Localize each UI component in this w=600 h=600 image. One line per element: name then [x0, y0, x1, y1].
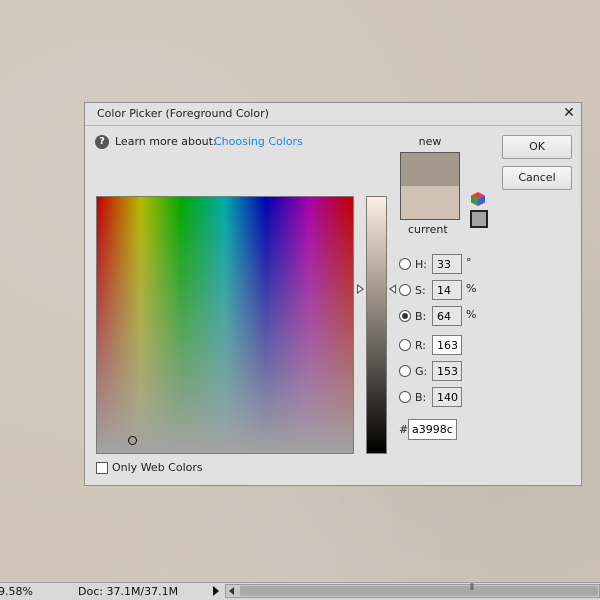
help-text: Learn more about:	[115, 135, 217, 148]
doc-size: Doc: 37.1M/37.1M	[78, 585, 179, 598]
field-label-b: B:	[415, 310, 427, 323]
radio-h[interactable]	[399, 258, 411, 270]
field-label-bl: B:	[415, 391, 427, 404]
cancel-button[interactable]: Cancel	[502, 166, 572, 190]
only-web-colors-checkbox[interactable]	[96, 462, 108, 474]
scroll-left-arrow-icon[interactable]	[226, 585, 238, 597]
current-color-label: current	[408, 223, 448, 236]
color-field-cursor[interactable]	[128, 436, 137, 445]
zoom-field[interactable]: 9.58%	[0, 585, 36, 599]
field-label-r: R:	[415, 339, 427, 352]
field-input-r[interactable]	[432, 335, 462, 355]
new-color-label: new	[418, 135, 442, 148]
radio-s[interactable]	[399, 284, 411, 296]
status-bar: 9.58% Doc: 37.1M/37.1M ⦀	[0, 582, 600, 600]
radio-b[interactable]	[399, 310, 411, 322]
hex-input[interactable]	[408, 419, 457, 440]
scrollbar-thumb[interactable]: ⦀	[240, 583, 598, 596]
field-unit-b: %	[466, 308, 477, 321]
new-color-swatch	[401, 153, 459, 186]
dialog-titlebar: Color Picker (Foreground Color) ✕	[85, 103, 581, 126]
field-input-bl[interactable]	[432, 387, 462, 407]
horizontal-scrollbar[interactable]: ⦀	[225, 583, 600, 598]
field-unit-h: °	[466, 256, 472, 269]
field-unit-s: %	[466, 282, 477, 295]
field-input-b[interactable]	[432, 306, 462, 326]
dialog-title: Color Picker (Foreground Color)	[97, 107, 269, 120]
field-input-g[interactable]	[432, 361, 462, 381]
ok-button[interactable]: OK	[502, 135, 572, 159]
field-input-h[interactable]	[432, 254, 462, 274]
slider-left-arrow-icon[interactable]	[357, 284, 364, 294]
field-label-h: H:	[415, 258, 427, 271]
color-picker-dialog: Color Picker (Foreground Color) ✕ ? Lear…	[84, 102, 582, 486]
color-cube-icon[interactable]	[470, 191, 486, 207]
scroll-grip-icon: ⦀	[470, 583, 474, 593]
current-color-swatch[interactable]	[401, 186, 459, 219]
color-field-saturation-gradient	[97, 197, 353, 453]
color-swatch	[400, 152, 460, 220]
help-icon: ?	[95, 135, 109, 149]
slider-right-arrow-icon[interactable]	[389, 284, 396, 294]
radio-bl[interactable]	[399, 391, 411, 403]
only-web-colors-label: Only Web Colors	[112, 461, 203, 474]
brightness-slider[interactable]	[366, 196, 387, 454]
zoom-level: 9.58%	[0, 585, 33, 598]
radio-r[interactable]	[399, 339, 411, 351]
radio-g[interactable]	[399, 365, 411, 377]
color-field[interactable]	[96, 196, 354, 454]
gamut-warning-icon[interactable]	[470, 210, 488, 228]
field-label-g: G:	[415, 365, 428, 378]
status-menu-arrow-icon[interactable]	[210, 584, 222, 598]
choosing-colors-link[interactable]: Choosing Colors	[214, 135, 303, 148]
field-label-s: S:	[415, 284, 426, 297]
hex-label: #	[399, 423, 409, 436]
close-icon[interactable]: ✕	[561, 105, 577, 121]
field-input-s[interactable]	[432, 280, 462, 300]
